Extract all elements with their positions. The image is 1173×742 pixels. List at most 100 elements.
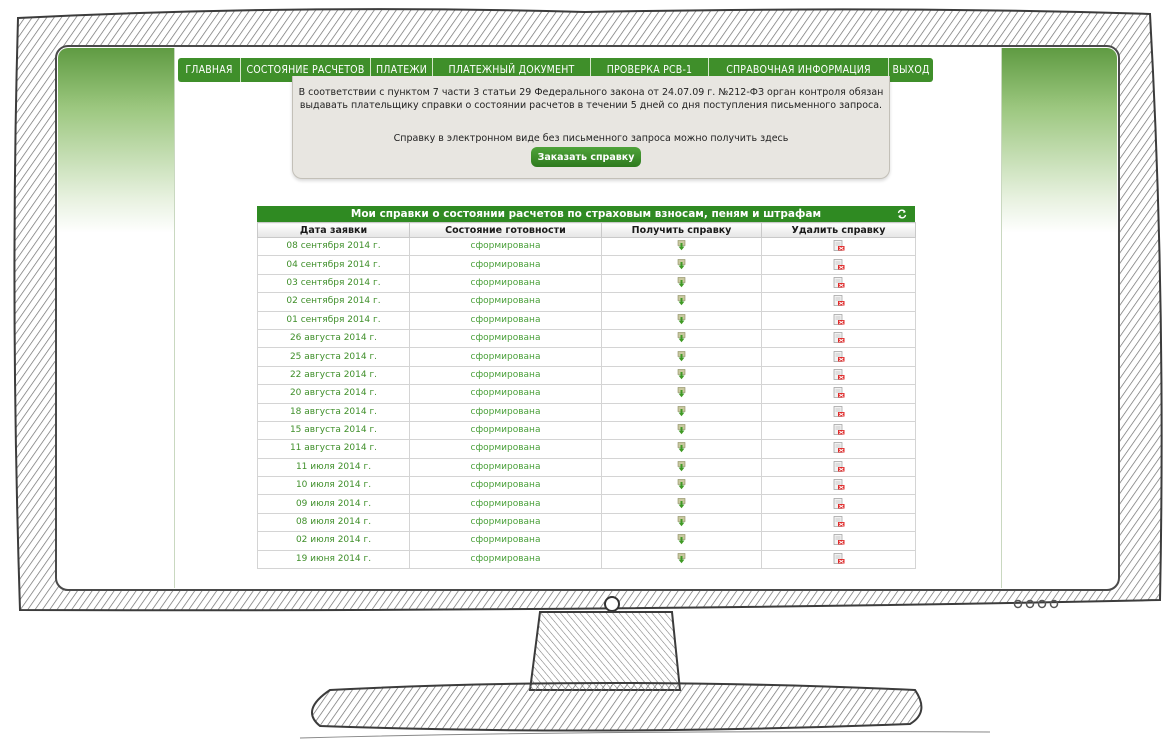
notice-text-line3: Справку в электронном виде без письменно… — [393, 133, 789, 144]
get-certificate-cell — [601, 476, 762, 496]
delete-certificate-cell — [761, 384, 916, 404]
notice-panel: В соответствии с пунктом 7 части 3 стать… — [292, 76, 890, 179]
header-readiness-status[interactable]: Состояние готовности — [409, 222, 602, 238]
request-date-cell: 20 августа 2014 г. — [257, 384, 410, 404]
delete-document-icon[interactable] — [833, 350, 845, 362]
status-cell: сформирована — [409, 494, 602, 514]
status-cell: сформирована — [409, 255, 602, 275]
table-row: 09 июля 2014 г. сформирована — [257, 494, 916, 514]
refresh-icon[interactable] — [897, 209, 907, 219]
download-arrow-icon[interactable] — [677, 424, 686, 435]
download-arrow-icon[interactable] — [677, 534, 686, 545]
download-arrow-icon[interactable] — [677, 369, 686, 380]
delete-document-icon[interactable] — [833, 313, 845, 325]
get-certificate-cell — [601, 512, 762, 533]
download-arrow-icon[interactable] — [677, 387, 686, 398]
status-cell: сформирована — [409, 292, 602, 312]
status-cell: сформирована — [409, 347, 602, 367]
table-row: 25 августа 2014 г. сформирована — [257, 347, 916, 367]
delete-document-icon[interactable] — [833, 387, 845, 399]
get-certificate-cell — [601, 310, 762, 330]
delete-certificate-cell — [761, 531, 916, 551]
delete-certificate-cell — [761, 420, 916, 441]
stand-base — [311, 682, 923, 732]
delete-document-icon[interactable] — [833, 424, 845, 435]
delete-document-icon[interactable] — [833, 461, 845, 472]
download-arrow-icon[interactable] — [677, 497, 686, 509]
delete-document-icon[interactable] — [833, 332, 845, 343]
delete-document-icon[interactable] — [833, 497, 845, 509]
delete-document-icon[interactable] — [833, 516, 845, 527]
request-date-cell: 02 сентября 2014 г. — [257, 292, 410, 312]
status-cell: сформирована — [409, 476, 602, 496]
download-arrow-icon[interactable] — [677, 258, 686, 270]
notice-text-line1: В соответствии с пунктом 7 части 3 стать… — [298, 87, 884, 98]
status-cell: сформирована — [409, 365, 602, 386]
table-row: 15 августа 2014 г. сформирована — [257, 420, 916, 441]
get-certificate-cell — [601, 255, 762, 275]
nav-item-home[interactable]: ГЛАВНАЯ — [178, 58, 241, 82]
request-date-cell: 11 июля 2014 г. — [257, 457, 410, 478]
delete-document-icon[interactable] — [833, 258, 845, 270]
status-cell: сформирована — [409, 310, 602, 330]
status-cell: сформирована — [409, 512, 602, 533]
delete-document-icon[interactable] — [833, 534, 845, 546]
delete-document-icon[interactable] — [833, 369, 845, 380]
request-date-cell: 11 августа 2014 г. — [257, 439, 410, 459]
delete-certificate-cell — [761, 439, 916, 459]
status-cell: сформирована — [409, 531, 602, 551]
delete-certificate-cell — [761, 255, 916, 275]
request-date-cell: 22 августа 2014 г. — [257, 365, 410, 386]
get-certificate-cell — [601, 236, 762, 257]
header-request-date[interactable]: Дата заявки — [257, 222, 410, 238]
delete-document-icon[interactable] — [833, 442, 845, 454]
table-title-bar: Мои справки о состоянии расчетов по стра… — [257, 206, 915, 222]
delete-certificate-cell — [761, 512, 916, 533]
table-row: 08 сентября 2014 г. сформирована — [257, 236, 916, 257]
download-arrow-icon[interactable] — [677, 553, 686, 564]
table-row: 22 августа 2014 г. сформирована — [257, 365, 916, 386]
download-arrow-icon[interactable] — [677, 240, 686, 251]
request-date-cell: 18 августа 2014 г. — [257, 402, 410, 422]
delete-document-icon[interactable] — [833, 240, 845, 252]
nav-item-logout[interactable]: ВЫХОД — [889, 58, 933, 82]
download-arrow-icon[interactable] — [677, 313, 686, 325]
download-arrow-icon[interactable] — [677, 479, 686, 490]
table-row: 18 августа 2014 г. сформирована — [257, 402, 916, 422]
table-row: 02 сентября 2014 г. сформирована — [257, 292, 916, 312]
delete-document-icon[interactable] — [833, 405, 845, 417]
download-arrow-icon[interactable] — [677, 277, 686, 288]
request-date-cell: 10 июля 2014 г. — [257, 476, 410, 496]
download-arrow-icon[interactable] — [677, 405, 686, 417]
download-arrow-icon[interactable] — [677, 295, 686, 306]
order-certificate-button[interactable]: Заказать справку — [531, 147, 641, 167]
download-arrow-icon[interactable] — [677, 332, 686, 343]
header-delete-certificate: Удалить справку — [761, 222, 916, 238]
table-row: 11 августа 2014 г. сформирована — [257, 439, 916, 459]
request-date-cell: 25 августа 2014 г. — [257, 347, 410, 367]
request-date-cell: 19 июня 2014 г. — [257, 549, 410, 570]
download-arrow-icon[interactable] — [677, 350, 686, 362]
request-date-cell: 26 августа 2014 г. — [257, 328, 410, 349]
delete-document-icon[interactable] — [833, 295, 845, 307]
delete-document-icon[interactable] — [833, 277, 845, 288]
table-row: 20 августа 2014 г. сформирована — [257, 384, 916, 404]
status-cell: сформирована — [409, 402, 602, 422]
download-arrow-icon[interactable] — [677, 516, 686, 527]
table-row: 02 июля 2014 г. сформирована — [257, 531, 916, 551]
table-row: 01 сентября 2014 г. сформирована — [257, 310, 916, 330]
table-row: 04 сентября 2014 г. сформирована — [257, 255, 916, 275]
delete-document-icon[interactable] — [833, 552, 845, 564]
delete-certificate-cell — [761, 476, 916, 496]
table-header-row: Дата заявки Состояние готовности Получит… — [257, 222, 916, 238]
notice-text-line2: выдавать плательщику справки о состоянии… — [299, 100, 883, 111]
get-certificate-cell — [601, 439, 762, 459]
get-certificate-cell — [601, 549, 762, 570]
get-certificate-cell — [601, 402, 762, 422]
download-arrow-icon[interactable] — [677, 461, 686, 472]
delete-document-icon[interactable] — [833, 479, 845, 491]
download-arrow-icon[interactable] — [677, 442, 686, 453]
table-row: 19 июня 2014 г. сформирована — [257, 549, 916, 570]
status-cell: сформирована — [409, 273, 602, 294]
table-row: 10 июля 2014 г. сформирована — [257, 476, 916, 496]
